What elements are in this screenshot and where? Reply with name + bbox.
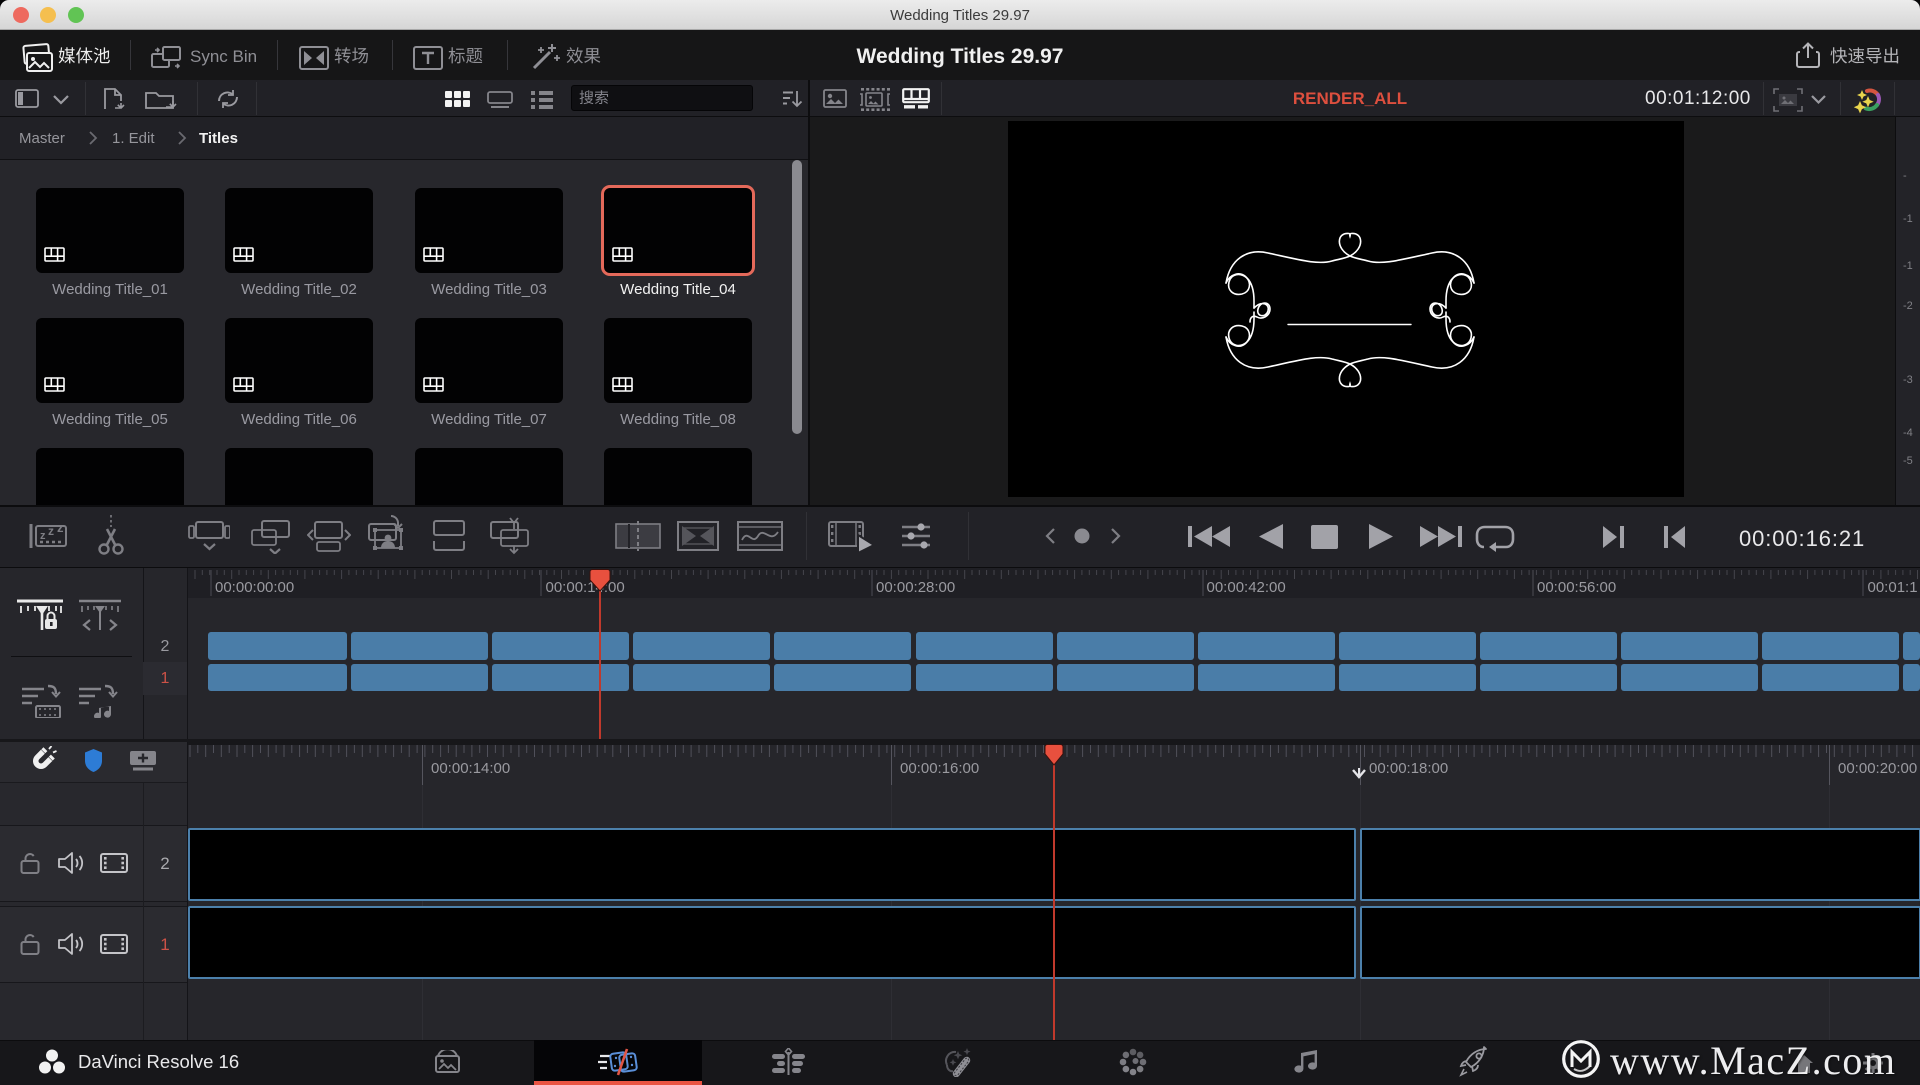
svg-text:z: z [48,524,54,538]
svg-text:z: z [57,520,64,535]
svg-text:z: z [40,530,46,542]
